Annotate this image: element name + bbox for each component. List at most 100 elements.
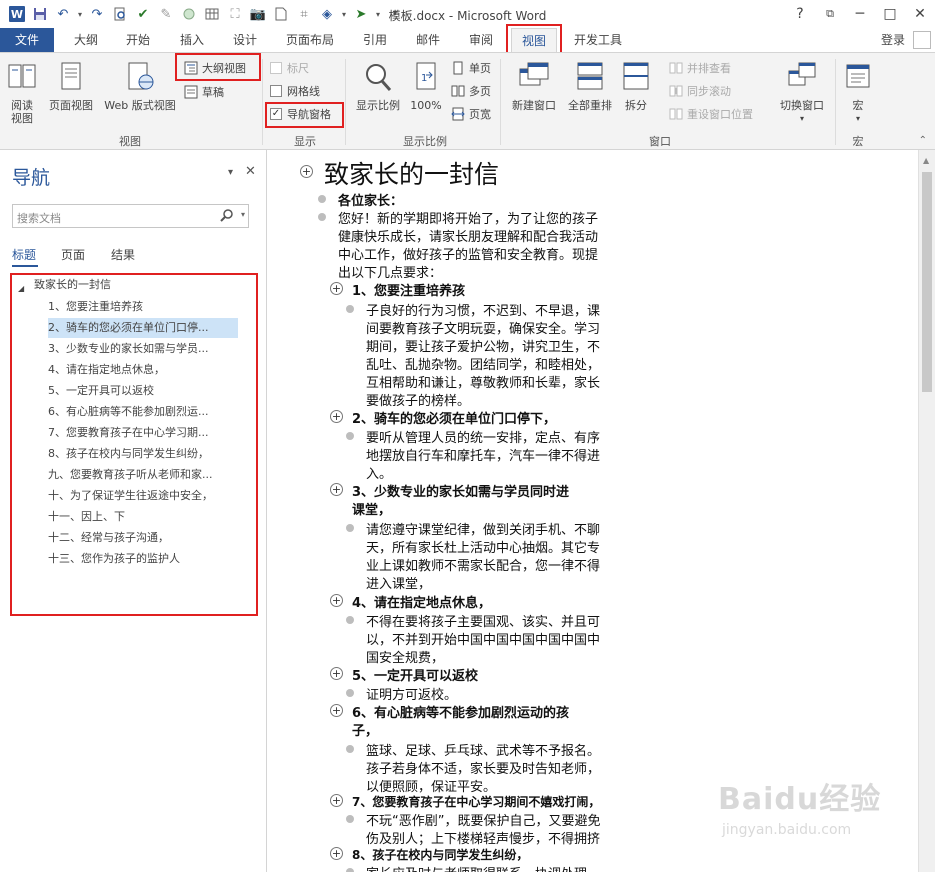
- zoom-100-button[interactable]: 1 100%: [406, 61, 446, 112]
- doc-heading-8[interactable]: 8、孩子在校内与同学发生纠纷，: [352, 846, 528, 863]
- document-outline-area[interactable]: + 致家长的一封信 各位家长： 您好！新的学期即将开始了，为了让您的孩子 健康快…: [268, 150, 918, 872]
- search-icon[interactable]: [220, 208, 234, 225]
- web-layout-button[interactable]: Web 版式视图: [98, 61, 182, 112]
- sync-scroll-button[interactable]: 同步滚动: [669, 81, 731, 101]
- doc-para-6-line[interactable]: 篮球、足球、乒乓球、武术等不予报名。: [366, 740, 600, 759]
- doc-heading-5[interactable]: 5、一定开具可以返校: [352, 665, 478, 684]
- nav-heading-item[interactable]: 6、有心脏病等不能参加剧烈运...: [48, 402, 238, 422]
- side-by-side-button[interactable]: 并排查看: [669, 58, 731, 78]
- doc-para-7-line[interactable]: 不玩“恶作剧”，既要保护自己，又要避免: [366, 810, 600, 829]
- nav-heading-item-selected[interactable]: 2、骑车的您必须在单位门口停...: [48, 318, 238, 338]
- tab-insert[interactable]: 插入: [170, 28, 214, 53]
- split-button[interactable]: 拆分: [618, 61, 654, 112]
- doc-title[interactable]: 致家长的一封信: [324, 155, 499, 191]
- doc-para-1-line[interactable]: 间要教育孩子文明玩耍，确保安全。学习: [366, 318, 600, 337]
- doc-para-3-line[interactable]: 请您遵守课堂纪律，做到关闭手机、不聊: [366, 519, 600, 538]
- expand-heading-icon[interactable]: +: [300, 165, 313, 178]
- doc-intro-line[interactable]: 您好！新的学期即将开始了，为了让您的孩子: [338, 208, 598, 227]
- search-dropdown-icon[interactable]: ▾: [241, 210, 245, 219]
- doc-para-4-line[interactable]: 以，不并到开始中国中国中国中国中国中: [366, 629, 600, 648]
- print-layout-button[interactable]: 页面视图: [44, 61, 98, 112]
- tab-home[interactable]: 开始: [116, 28, 160, 53]
- doc-para-6-line[interactable]: 孩子若身体不适，家长要及时告知老师，: [366, 758, 600, 777]
- doc-para-3-line[interactable]: 业上课如教师不需家长配合，您一律不得: [366, 555, 600, 574]
- nav-tab-pages[interactable]: 页面: [61, 246, 85, 263]
- search-document-field[interactable]: 搜索文档 ▾: [12, 204, 249, 228]
- doc-heading-7[interactable]: 7、您要教育孩子在中心学习期间不嬉戏打闹，: [352, 793, 600, 810]
- draft-button[interactable]: 草稿: [184, 82, 224, 102]
- switch-windows-button[interactable]: 切换窗口 ▾: [774, 61, 830, 125]
- nav-pane-close-icon[interactable]: ✕: [245, 164, 256, 179]
- account-avatar[interactable]: [913, 31, 931, 49]
- nav-heading-item[interactable]: 十、为了保证学生往返途中安全，: [48, 486, 238, 506]
- doc-para-1-line[interactable]: 乱吐、乱抛杂物。团结同学，和睦相处，: [366, 354, 600, 373]
- doc-para-2-line[interactable]: 地摆放自行车和摩托车，汽车一律不得进: [366, 445, 600, 464]
- doc-para-7-line[interactable]: 伤及别人；上下楼梯轻声慢步，不得拥挤: [366, 828, 600, 847]
- doc-para-8-line[interactable]: 家长应及时与老师取得联系，协调处理: [366, 863, 587, 872]
- tab-page-layout[interactable]: 页面布局: [278, 28, 342, 53]
- doc-para-3-line[interactable]: 进入课堂，: [366, 573, 431, 592]
- nav-heading-item[interactable]: 3、少数专业的家长如需与学员...: [48, 339, 238, 359]
- nav-heading-item[interactable]: 十一、因上、下: [48, 507, 238, 527]
- restore-button[interactable]: □: [875, 0, 905, 28]
- collapse-ribbon-icon[interactable]: ⌃: [919, 135, 927, 146]
- macros-button[interactable]: 宏 ▾: [840, 61, 876, 125]
- doc-intro-line[interactable]: 中心工作，做好孩子的监管和安全教育。现提: [338, 244, 598, 263]
- doc-heading-2[interactable]: 2、骑车的您必须在单位门口停下，: [352, 408, 556, 427]
- arrange-all-button[interactable]: 全部重排: [562, 61, 618, 112]
- nav-heading-item[interactable]: 十二、经常与孩子沟通，: [48, 528, 238, 548]
- doc-para-2-line[interactable]: 要听从管理人员的统一安排，定点、有序: [366, 427, 600, 446]
- doc-para-2-line[interactable]: 入。: [366, 463, 392, 482]
- tab-file[interactable]: 文件: [0, 28, 54, 53]
- zoom-button[interactable]: 显示比例: [352, 61, 404, 112]
- tab-developer[interactable]: 开发工具: [566, 28, 630, 53]
- doc-heading-3[interactable]: 3、少数专业的家长如需与学员同时进: [352, 481, 569, 500]
- expand-heading-icon[interactable]: +: [330, 667, 343, 680]
- expand-heading-icon[interactable]: +: [330, 704, 343, 717]
- new-window-button[interactable]: 新建窗口: [506, 61, 562, 112]
- close-button[interactable]: ✕: [905, 0, 935, 28]
- doc-intro-line[interactable]: 出以下几点要求：: [338, 262, 442, 281]
- multi-page-button[interactable]: 多页: [451, 81, 491, 101]
- tab-review[interactable]: 审阅: [459, 28, 503, 53]
- expand-heading-icon[interactable]: +: [330, 282, 343, 295]
- vertical-scrollbar[interactable]: ▲: [918, 150, 935, 872]
- expand-heading-icon[interactable]: +: [330, 794, 343, 807]
- nav-heading-root[interactable]: 致家长的一封信: [34, 275, 244, 295]
- ribbon-display-button[interactable]: ⧉: [815, 0, 845, 28]
- nav-tab-headings[interactable]: 标题: [12, 246, 36, 263]
- expand-heading-icon[interactable]: +: [330, 483, 343, 496]
- nav-heading-item[interactable]: 7、您要教育孩子在中心学习期...: [48, 423, 238, 443]
- nav-pane-options-icon[interactable]: ▾: [228, 167, 233, 178]
- doc-heading-4[interactable]: 4、请在指定地点休息，: [352, 592, 491, 611]
- ruler-checkbox[interactable]: 标尺: [270, 58, 309, 78]
- tab-mailings[interactable]: 邮件: [406, 28, 450, 53]
- expand-heading-icon[interactable]: +: [330, 594, 343, 607]
- doc-intro-line[interactable]: 健康快乐成长，请家长朋友理解和配合我活动: [338, 226, 598, 245]
- nav-heading-item[interactable]: 8、孩子在校内与同学发生纠纷，: [48, 444, 238, 464]
- doc-heading-6[interactable]: 6、有心脏病等不能参加剧烈运动的孩: [352, 702, 569, 721]
- collapse-triangle-icon[interactable]: ◢: [18, 284, 24, 293]
- doc-para-1-line[interactable]: 期间，要让孩子爱护公物，讲究卫生，不: [366, 336, 600, 355]
- doc-heading-1[interactable]: 1、您要注重培养孩: [352, 280, 465, 299]
- nav-heading-item[interactable]: 九、您要教育孩子听从老师和家...: [48, 465, 238, 485]
- doc-para-1-line[interactable]: 子良好的行为习惯，不迟到、不早退，课: [366, 300, 600, 319]
- nav-heading-item[interactable]: 1、您要注重培养孩: [48, 297, 238, 317]
- reset-window-position-button[interactable]: 重设窗口位置: [669, 104, 753, 124]
- doc-para-4-line[interactable]: 不得在要将孩子主要国观、该实、并且可: [366, 611, 600, 630]
- minimize-button[interactable]: ─: [845, 0, 875, 28]
- read-mode-button[interactable]: 阅读视图: [4, 61, 40, 125]
- doc-para-1-line[interactable]: 互相帮助和谦让，尊敬教师和长辈，家长: [366, 372, 600, 391]
- doc-greeting[interactable]: 各位家长：: [338, 190, 403, 209]
- nav-tab-results[interactable]: 结果: [111, 246, 135, 263]
- doc-heading-3-cont[interactable]: 课堂，: [352, 499, 391, 518]
- gridlines-checkbox[interactable]: 网格线: [270, 81, 320, 101]
- doc-para-4-line[interactable]: 国安全规费，: [366, 647, 444, 666]
- tab-design[interactable]: 设计: [223, 28, 267, 53]
- nav-heading-item[interactable]: 5、一定开具可以返校: [48, 381, 238, 401]
- expand-heading-icon[interactable]: +: [330, 410, 343, 423]
- scroll-up-arrow-icon[interactable]: ▲: [923, 156, 929, 165]
- nav-heading-item[interactable]: 十三、您作为孩子的监护人: [48, 549, 238, 569]
- help-button[interactable]: ?: [785, 0, 815, 28]
- doc-para-5-line[interactable]: 证明方可返校。: [366, 684, 457, 703]
